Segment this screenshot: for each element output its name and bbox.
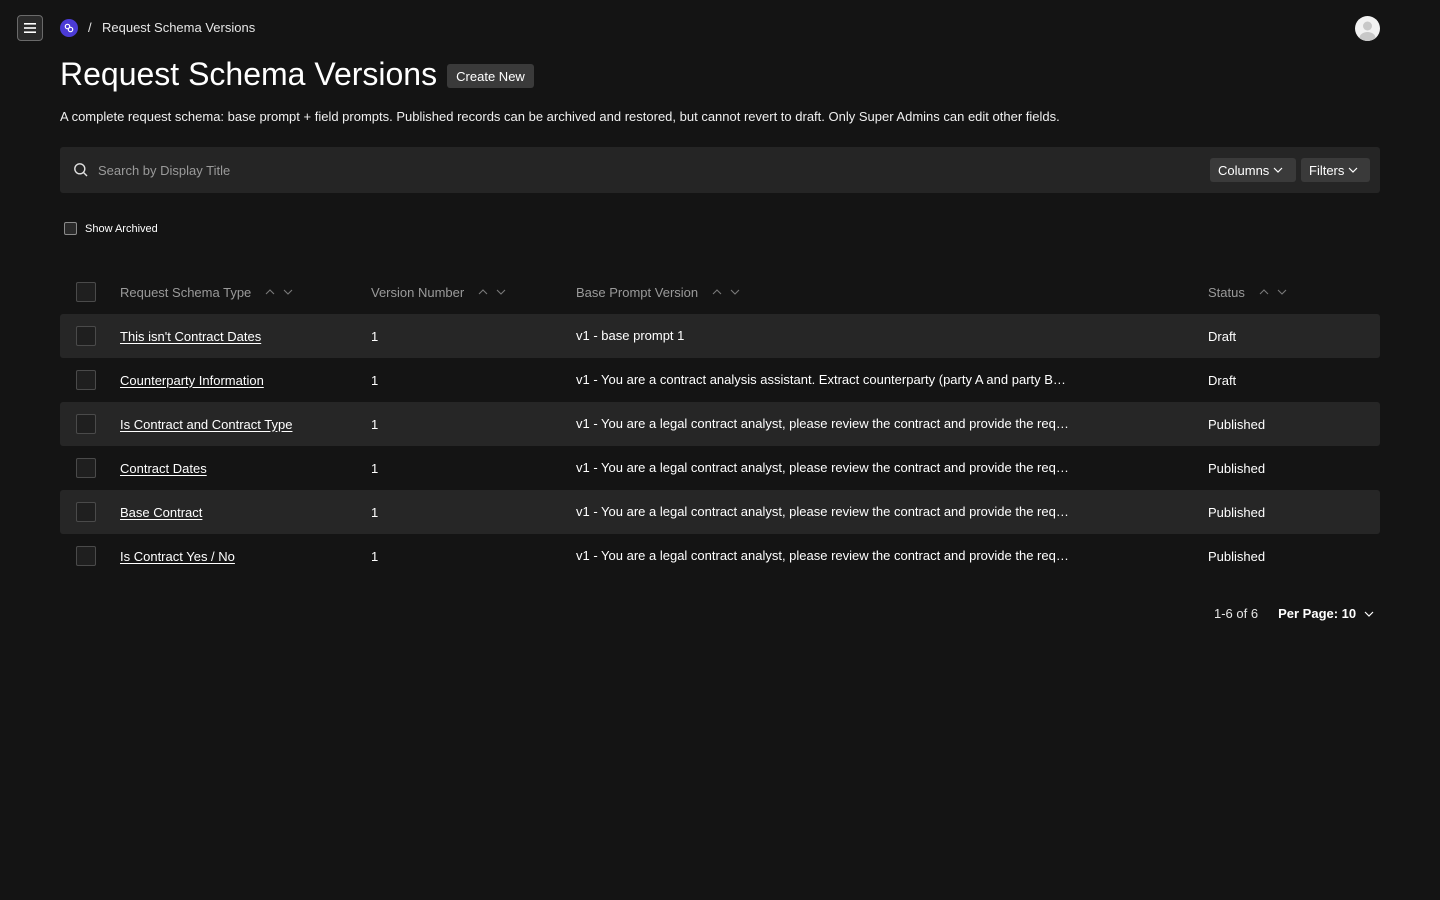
header-base-prompt-version[interactable]: Base Prompt Version bbox=[576, 270, 1076, 314]
chevron-down-icon[interactable] bbox=[1364, 611, 1374, 617]
table-row[interactable]: Is Contract and Contract Type 1 v1 - You… bbox=[60, 402, 1380, 446]
status-text: Draft bbox=[1208, 372, 1237, 388]
select-all-checkbox[interactable] bbox=[76, 282, 96, 302]
table-row[interactable]: This isn't Contract Dates 1 v1 - base pr… bbox=[60, 314, 1380, 358]
sort-controls[interactable] bbox=[712, 289, 740, 295]
header-label: Status bbox=[1208, 284, 1245, 300]
base-prompt-version: v1 - You are a legal contract analyst, p… bbox=[576, 548, 1069, 563]
status-text: Published bbox=[1208, 416, 1266, 432]
table-row[interactable]: Base Contract 1 v1 - You are a legal con… bbox=[60, 490, 1380, 534]
base-prompt-version: v1 - base prompt 1 bbox=[576, 328, 685, 343]
chevron-down-icon bbox=[1273, 167, 1283, 173]
app-logo-icon[interactable] bbox=[60, 19, 78, 37]
schema-type-link[interactable]: Contract Dates bbox=[120, 461, 207, 476]
sort-controls[interactable] bbox=[478, 289, 506, 295]
breadcrumb-separator: / bbox=[88, 20, 92, 35]
sort-down-icon[interactable] bbox=[1277, 289, 1287, 295]
schema-type-link[interactable]: Is Contract and Contract Type bbox=[120, 417, 292, 432]
base-prompt-version: v1 - You are a contract analysis assista… bbox=[576, 372, 1066, 387]
table-row[interactable]: Is Contract Yes / No 1 v1 - You are a le… bbox=[60, 534, 1380, 578]
status-text: Published bbox=[1208, 504, 1266, 520]
table-row[interactable]: Contract Dates 1 v1 - You are a legal co… bbox=[60, 446, 1380, 490]
pagination: 1-6 of 6 Per Page: 10 bbox=[1214, 606, 1374, 621]
row-checkbox[interactable] bbox=[76, 458, 96, 478]
search-input[interactable] bbox=[98, 157, 1198, 183]
header-label: Version Number bbox=[371, 284, 465, 300]
row-checkbox[interactable] bbox=[76, 370, 96, 390]
row-checkbox[interactable] bbox=[76, 546, 96, 566]
search-icon bbox=[73, 162, 89, 178]
columns-button[interactable]: Columns bbox=[1210, 158, 1296, 182]
show-archived-toggle[interactable]: Show Archived bbox=[64, 222, 158, 235]
menu-icon[interactable] bbox=[17, 15, 43, 41]
sort-down-icon[interactable] bbox=[730, 289, 740, 295]
header-label: Base Prompt Version bbox=[576, 284, 699, 300]
base-prompt-version: v1 - You are a legal contract analyst, p… bbox=[576, 416, 1069, 431]
chevron-down-icon bbox=[1348, 167, 1358, 173]
table-row[interactable]: Counterparty Information 1 v1 - You are … bbox=[60, 358, 1380, 402]
sort-up-icon[interactable] bbox=[1259, 289, 1269, 295]
show-archived-checkbox[interactable] bbox=[64, 222, 77, 235]
version-number: 1 bbox=[371, 328, 379, 344]
sort-down-icon[interactable] bbox=[496, 289, 506, 295]
columns-label: Columns bbox=[1218, 162, 1270, 178]
sort-up-icon[interactable] bbox=[478, 289, 488, 295]
schema-type-link[interactable]: Is Contract Yes / No bbox=[120, 549, 235, 564]
header-version-number[interactable]: Version Number bbox=[371, 270, 506, 314]
row-checkbox[interactable] bbox=[76, 326, 96, 346]
version-number: 1 bbox=[371, 504, 379, 520]
page-title: Request Schema Versions bbox=[60, 56, 438, 92]
show-archived-label: Show Archived bbox=[85, 222, 158, 235]
header-status[interactable]: Status bbox=[1208, 270, 1287, 314]
sort-up-icon[interactable] bbox=[712, 289, 722, 295]
schema-type-link[interactable]: Counterparty Information bbox=[120, 373, 264, 388]
status-text: Published bbox=[1208, 548, 1266, 564]
filters-label: Filters bbox=[1309, 162, 1345, 178]
row-checkbox[interactable] bbox=[76, 502, 96, 522]
base-prompt-version: v1 - You are a legal contract analyst, p… bbox=[576, 504, 1069, 519]
schema-type-link[interactable]: This isn't Contract Dates bbox=[120, 329, 261, 344]
sort-up-icon[interactable] bbox=[265, 289, 275, 295]
status-text: Published bbox=[1208, 460, 1266, 476]
table-header: Request Schema Type Version Number Base … bbox=[60, 270, 1380, 314]
row-checkbox[interactable] bbox=[76, 414, 96, 434]
top-bar: / Request Schema Versions bbox=[0, 0, 1440, 56]
schema-type-link[interactable]: Base Contract bbox=[120, 505, 202, 520]
version-number: 1 bbox=[371, 460, 379, 476]
create-new-button[interactable]: Create New bbox=[447, 64, 534, 88]
breadcrumb-current: Request Schema Versions bbox=[102, 20, 256, 35]
base-prompt-version: v1 - You are a legal contract analyst, p… bbox=[576, 460, 1069, 475]
page-description: A complete request schema: base prompt +… bbox=[60, 109, 1060, 124]
user-avatar-icon[interactable] bbox=[1355, 16, 1380, 41]
schema-versions-table: Request Schema Type Version Number Base … bbox=[60, 270, 1380, 578]
version-number: 1 bbox=[371, 416, 379, 432]
version-number: 1 bbox=[371, 548, 379, 564]
sort-controls[interactable] bbox=[1259, 289, 1287, 295]
version-number: 1 bbox=[371, 372, 379, 388]
filters-button[interactable]: Filters bbox=[1301, 158, 1370, 182]
pagination-range: 1-6 of 6 bbox=[1214, 606, 1259, 621]
sort-controls[interactable] bbox=[265, 289, 293, 295]
per-page-select[interactable]: Per Page: 10 bbox=[1278, 606, 1356, 621]
sort-down-icon[interactable] bbox=[283, 289, 293, 295]
search-bar: Columns Filters bbox=[60, 147, 1380, 193]
status-text: Draft bbox=[1208, 328, 1237, 344]
header-request-schema-type[interactable]: Request Schema Type bbox=[120, 270, 293, 314]
header-label: Request Schema Type bbox=[120, 284, 252, 300]
